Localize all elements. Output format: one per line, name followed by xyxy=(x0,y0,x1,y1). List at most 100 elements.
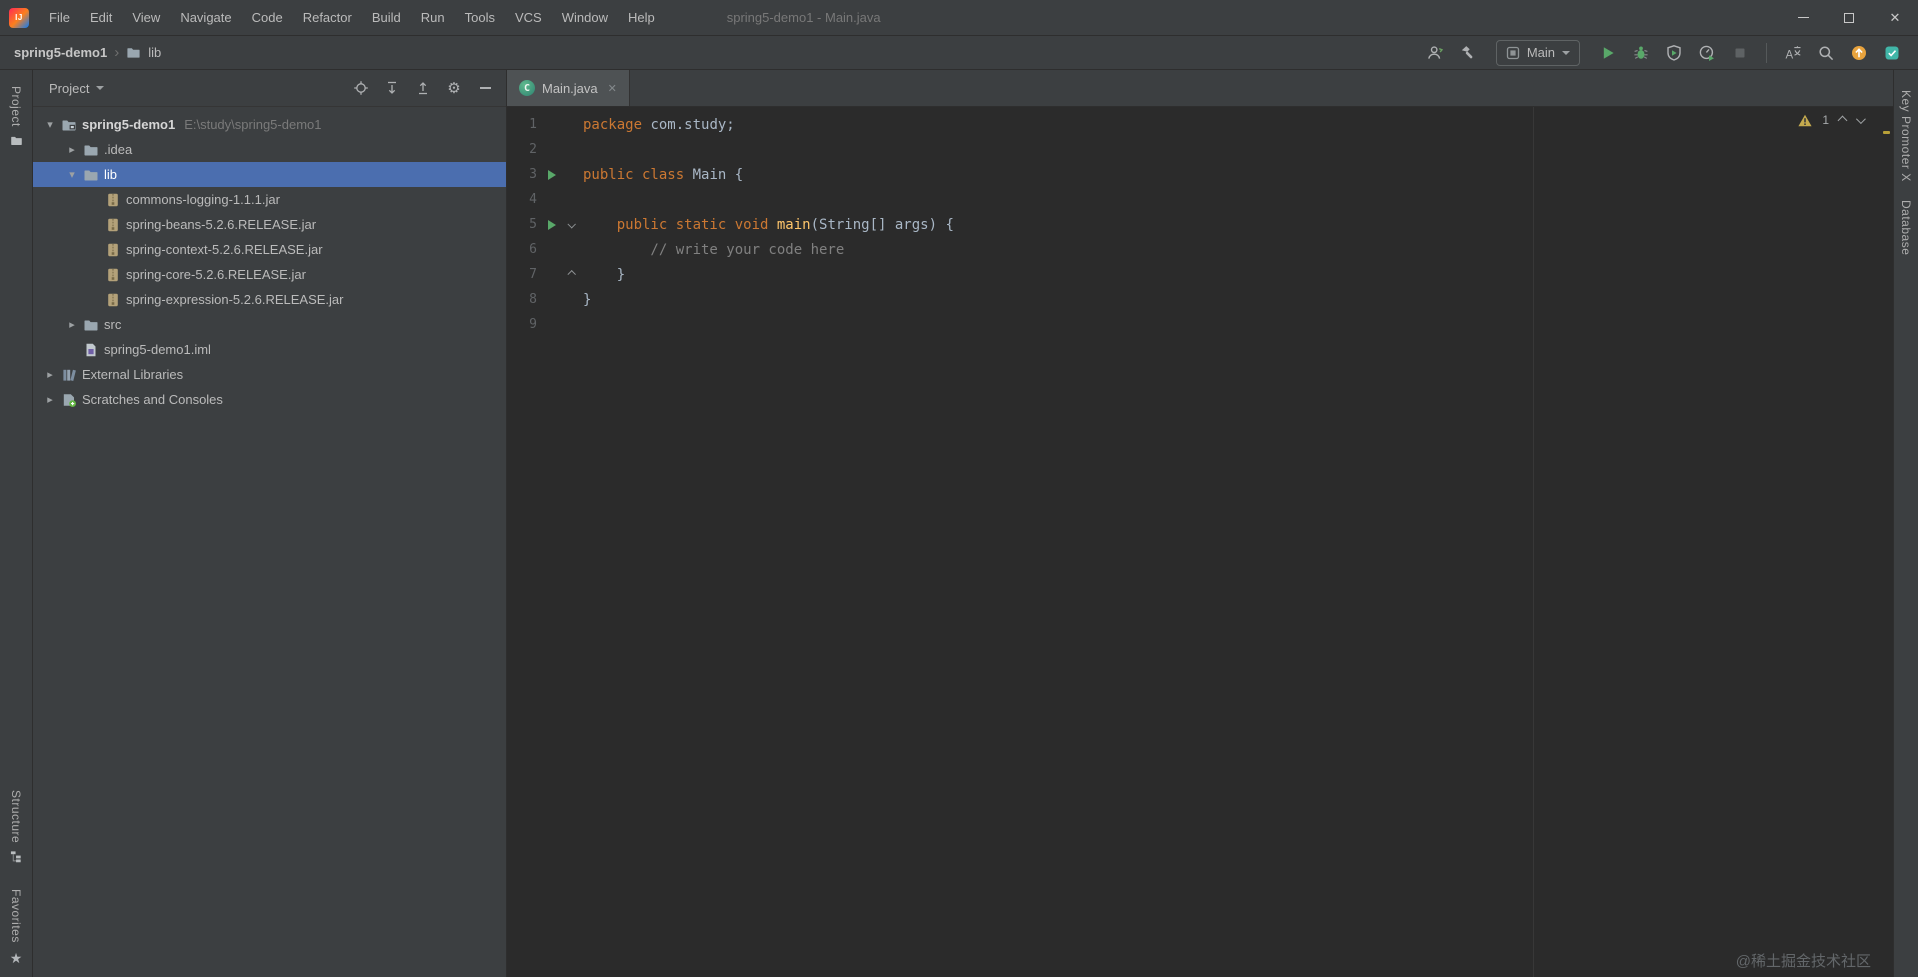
run-configuration-select[interactable]: Main xyxy=(1495,39,1580,66)
minimize-button[interactable] xyxy=(1780,0,1826,35)
chevron-expanded-icon[interactable]: ▾ xyxy=(41,118,59,131)
run-coverage-icon[interactable] xyxy=(1660,40,1688,66)
run-gutter-icon[interactable] xyxy=(541,219,563,230)
chevron-collapsed-icon[interactable]: ▸ xyxy=(63,318,81,331)
tree-item-spring5-demo1[interactable]: ▾ spring5-demo1 E:\study\spring5-demo1 xyxy=(33,112,506,137)
toolwindow-tab-key-promoter-x[interactable]: Key Promoter X xyxy=(1899,90,1913,182)
code-line-1[interactable]: 1 package com.study; xyxy=(507,112,1893,137)
maximize-button[interactable] xyxy=(1826,0,1872,35)
profiler-icon[interactable] xyxy=(1693,40,1721,66)
tab-close-icon[interactable]: ✕ xyxy=(608,82,617,95)
favorites-tab-label: Favorites xyxy=(9,889,23,943)
menu-help[interactable]: Help xyxy=(618,0,665,35)
menu-build[interactable]: Build xyxy=(362,0,411,35)
run-icon[interactable] xyxy=(1594,40,1622,66)
project-folder-icon xyxy=(59,117,79,133)
menu-view[interactable]: View xyxy=(122,0,170,35)
chevron-expanded-icon[interactable]: ▾ xyxy=(63,168,81,181)
breadcrumb-project[interactable]: spring5-demo1 xyxy=(14,45,107,60)
window-title: spring5-demo1 - Main.java xyxy=(726,10,881,25)
line-number[interactable]: 3 xyxy=(507,167,537,182)
menu-refactor[interactable]: Refactor xyxy=(293,0,362,35)
tree-item-label: spring5-demo1.iml xyxy=(104,342,211,357)
tree-item-spring-context-5-2-6-release-jar[interactable]: spring-context-5.2.6.RELEASE.jar xyxy=(33,237,506,262)
breadcrumb-folder[interactable]: lib xyxy=(148,45,161,60)
toolwindow-tab-favorites[interactable]: Favorites ★ xyxy=(9,889,23,967)
locate-file-icon[interactable] xyxy=(352,79,370,97)
code-editor[interactable]: 1 package com.study; 2 3 public class Main {… xyxy=(507,107,1893,977)
tree-item-label: Scratches and Consoles xyxy=(82,392,223,407)
close-button[interactable]: ✕ xyxy=(1872,0,1918,35)
project-view-selector[interactable]: Project xyxy=(49,81,105,96)
tree-item-src[interactable]: ▸ src xyxy=(33,312,506,337)
menu-code[interactable]: Code xyxy=(242,0,293,35)
line-number[interactable]: 2 xyxy=(507,142,537,157)
menu-file[interactable]: File xyxy=(39,0,80,35)
tree-item-spring-expression-5-2-6-release-jar[interactable]: spring-expression-5.2.6.RELEASE.jar xyxy=(33,287,506,312)
minimize-icon xyxy=(1797,17,1809,18)
fold-marker-icon[interactable] xyxy=(563,269,579,279)
database-tab-label: Database xyxy=(1899,199,1913,256)
run-gutter-icon[interactable] xyxy=(541,169,563,180)
tree-item-label: spring-expression-5.2.6.RELEASE.jar xyxy=(126,292,344,307)
code-line-7[interactable]: 7 } xyxy=(507,262,1893,287)
collaborate-user-icon[interactable] xyxy=(1421,40,1449,66)
fold-marker-icon[interactable] xyxy=(563,219,579,229)
tree-item-scratches-and-consoles[interactable]: ▸ Scratches and Consoles xyxy=(33,387,506,412)
hide-panel-icon[interactable] xyxy=(476,79,494,97)
line-number[interactable]: 4 xyxy=(507,192,537,207)
tree-item-spring-core-5-2-6-release-jar[interactable]: spring-core-5.2.6.RELEASE.jar xyxy=(33,262,506,287)
code-line-8[interactable]: 8} xyxy=(507,287,1893,312)
collapse-all-icon[interactable] xyxy=(414,79,432,97)
tree-item-label: lib xyxy=(104,167,118,182)
chevron-collapsed-icon[interactable]: ▸ xyxy=(63,143,81,156)
menu-run[interactable]: Run xyxy=(411,0,455,35)
code-line-5[interactable]: 5 public static void main(String[] args)… xyxy=(507,212,1893,237)
chevron-collapsed-icon[interactable]: ▸ xyxy=(41,393,59,406)
expand-all-icon[interactable] xyxy=(383,79,401,97)
toolwindow-tab-structure[interactable]: Structure xyxy=(9,790,23,863)
stop-icon[interactable] xyxy=(1726,40,1754,66)
code-line-6[interactable]: 6 // write your code here xyxy=(507,237,1893,262)
settings-gear-icon[interactable]: ⚙ xyxy=(445,79,463,97)
menu-tools[interactable]: Tools xyxy=(455,0,505,35)
previous-issue-icon[interactable] xyxy=(1837,115,1848,125)
plugin-extra-icon[interactable] xyxy=(1878,40,1906,66)
build-hammer-icon[interactable] xyxy=(1454,40,1482,66)
jar-icon xyxy=(103,242,123,258)
code-line-4[interactable]: 4 xyxy=(507,187,1893,212)
ide-update-icon[interactable] xyxy=(1845,40,1873,66)
line-number[interactable]: 7 xyxy=(507,267,537,282)
menu-vcs[interactable]: VCS xyxy=(505,0,552,35)
debug-icon[interactable] xyxy=(1627,40,1655,66)
tree-item-lib[interactable]: ▾ lib xyxy=(33,162,506,187)
menu-navigate[interactable]: Navigate xyxy=(170,0,241,35)
line-number[interactable]: 1 xyxy=(507,117,537,132)
toolwindow-tab-project[interactable]: Project xyxy=(9,86,23,147)
line-number[interactable]: 5 xyxy=(507,217,537,232)
jar-icon xyxy=(103,192,123,208)
tree-item-spring5-demo1-iml[interactable]: spring5-demo1.iml xyxy=(33,337,506,362)
line-number[interactable]: 9 xyxy=(507,317,537,332)
tree-item-external-libraries[interactable]: ▸ External Libraries xyxy=(33,362,506,387)
tree-item-commons-logging-1-1-1-jar[interactable]: commons-logging-1.1.1.jar xyxy=(33,187,506,212)
tree-item-spring-beans-5-2-6-release-jar[interactable]: spring-beans-5.2.6.RELEASE.jar xyxy=(33,212,506,237)
menu-window[interactable]: Window xyxy=(552,0,618,35)
menu-edit[interactable]: Edit xyxy=(80,0,122,35)
tree-item--idea[interactable]: ▸ .idea xyxy=(33,137,506,162)
line-number[interactable]: 8 xyxy=(507,292,537,307)
intellij-logo-icon: IJ xyxy=(9,7,29,28)
search-everywhere-icon[interactable] xyxy=(1812,40,1840,66)
translate-icon[interactable]: A xyxy=(1779,40,1807,66)
line-number[interactable]: 6 xyxy=(507,242,537,257)
editor-scrollbar[interactable] xyxy=(1880,107,1893,977)
warning-stripe-mark[interactable] xyxy=(1883,131,1890,134)
code-line-9[interactable]: 9 xyxy=(507,312,1893,337)
inspections-widget[interactable]: 1 xyxy=(1798,113,1866,127)
project-toolwindow: Project ⚙ ▾ spring5-demo1 E:\study\spring5… xyxy=(33,70,507,977)
code-line-3[interactable]: 3 public class Main { xyxy=(507,162,1893,187)
editor-tab-main-java[interactable]: C Main.java ✕ xyxy=(507,70,630,106)
chevron-collapsed-icon[interactable]: ▸ xyxy=(41,368,59,381)
toolwindow-tab-database[interactable]: Database xyxy=(1899,200,1913,255)
code-line-2[interactable]: 2 xyxy=(507,137,1893,162)
